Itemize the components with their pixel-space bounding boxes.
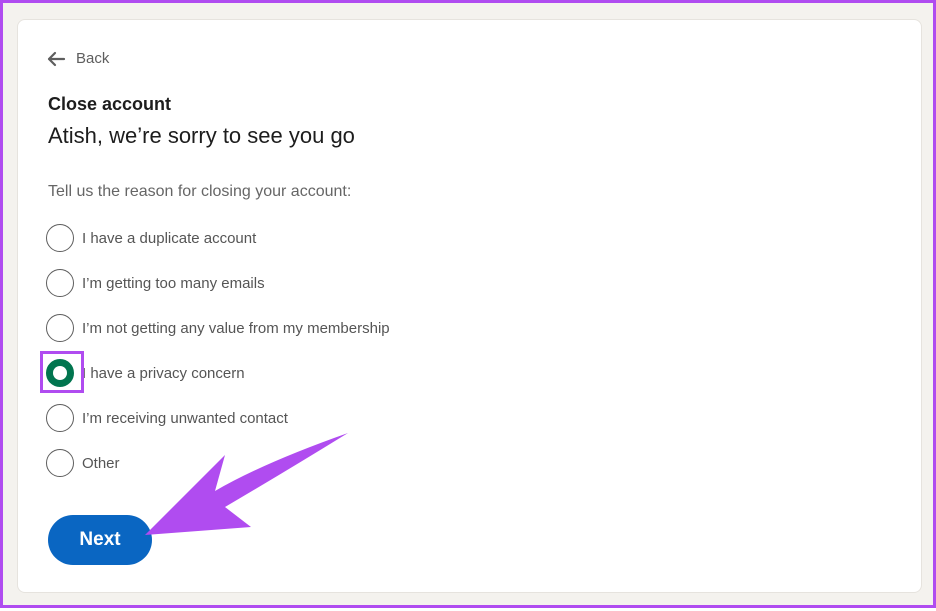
radio-button[interactable]	[46, 269, 74, 297]
reason-option-label: I’m receiving unwanted contact	[82, 409, 288, 427]
reason-option-no-value[interactable]: I’m not getting any value from my member…	[46, 312, 390, 344]
reason-option-label: I have a duplicate account	[82, 229, 257, 247]
next-button[interactable]: Next	[48, 515, 152, 565]
radio-button[interactable]	[46, 224, 74, 252]
annotation-highlight-box	[40, 351, 84, 393]
arrow-left-icon	[46, 51, 66, 67]
page-subtitle: Atish, we’re sorry to see you go	[48, 123, 355, 148]
reason-prompt: Tell us the reason for closing your acco…	[48, 183, 352, 200]
screenshot-frame: Back Close account Atish, we’re sorry to…	[0, 0, 936, 608]
radio-button[interactable]	[46, 314, 74, 342]
reason-option-label: I have a privacy concern	[82, 364, 245, 382]
reason-option-too-many-emails[interactable]: I’m getting too many emails	[46, 267, 265, 299]
back-label: Back	[76, 50, 110, 67]
reason-option-unwanted-contact[interactable]: I’m receiving unwanted contact	[46, 402, 288, 434]
reason-option-label: I’m getting too many emails	[82, 274, 265, 292]
reason-option-label: I’m not getting any value from my member…	[82, 319, 390, 337]
page-title: Close account	[48, 94, 172, 114]
reason-option-label: Other	[82, 454, 120, 472]
close-account-card: Back Close account Atish, we’re sorry to…	[17, 19, 922, 593]
reason-option-duplicate-account[interactable]: I have a duplicate account	[46, 222, 256, 254]
radio-button[interactable]	[46, 404, 74, 432]
radio-button[interactable]	[46, 449, 74, 477]
back-link[interactable]: Back	[46, 50, 109, 67]
reason-option-other[interactable]: Other	[46, 447, 120, 479]
